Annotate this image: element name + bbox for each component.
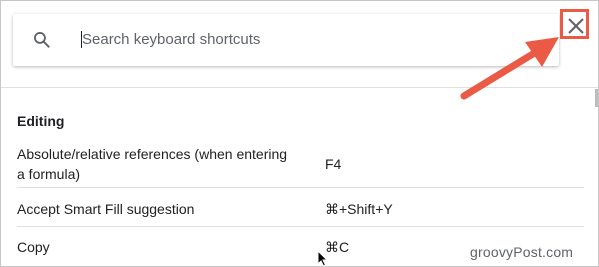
section-title: Editing bbox=[17, 113, 65, 129]
shortcut-keys: F4 bbox=[325, 156, 342, 172]
search-icon[interactable] bbox=[32, 30, 52, 50]
scrollbar-thumb[interactable] bbox=[595, 89, 598, 107]
shortcut-description: Copy bbox=[17, 239, 50, 255]
close-icon[interactable] bbox=[563, 13, 589, 39]
search-bar bbox=[13, 14, 559, 66]
close-button[interactable] bbox=[563, 13, 589, 39]
watermark: groovyPost.com bbox=[470, 244, 574, 260]
shortcut-description: Absolute/relative references (when enter… bbox=[17, 146, 288, 182]
keyboard-shortcuts-dialog: Editing Absolute/relative references (wh… bbox=[0, 0, 599, 267]
shortcut-keys: ⌘+Shift+Y bbox=[325, 201, 393, 217]
mouse-cursor-icon bbox=[317, 250, 329, 267]
shortcut-description: Accept Smart Fill suggestion bbox=[17, 201, 195, 217]
search-input[interactable] bbox=[82, 26, 522, 53]
header-divider bbox=[1, 87, 598, 88]
row-divider bbox=[17, 187, 584, 188]
row-divider bbox=[17, 226, 584, 227]
